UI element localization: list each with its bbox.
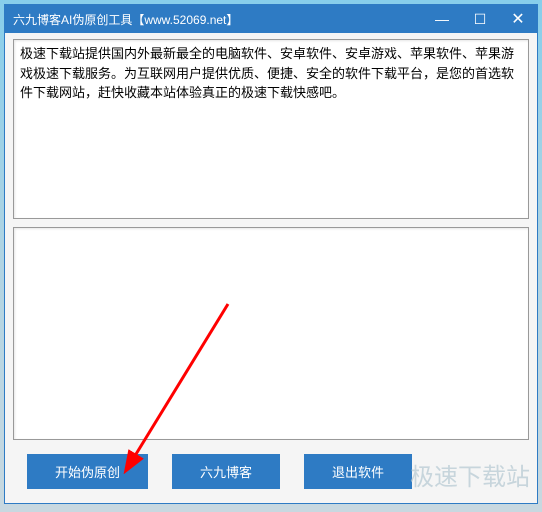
start-button[interactable]: 开始伪原创 [27,454,148,489]
window-controls: — ☐ ✕ [423,5,537,33]
maximize-button[interactable]: ☐ [461,5,499,33]
button-row: 开始伪原创 六九博客 退出软件 [13,450,529,497]
minimize-button[interactable]: — [423,5,461,33]
input-panel [13,39,529,219]
app-window: 六九博客AI伪原创工具【www.52069.net】 — ☐ ✕ 开始伪原创 六… [4,4,538,504]
exit-button[interactable]: 退出软件 [304,454,412,489]
blog-button[interactable]: 六九博客 [172,454,280,489]
close-button[interactable]: ✕ [499,5,537,33]
output-panel [13,227,529,440]
input-textarea[interactable] [14,40,528,218]
window-body: 开始伪原创 六九博客 退出软件 [5,33,537,503]
window-title: 六九博客AI伪原创工具【www.52069.net】 [13,11,238,28]
output-textarea[interactable] [14,228,528,439]
titlebar: 六九博客AI伪原创工具【www.52069.net】 — ☐ ✕ [5,5,537,33]
